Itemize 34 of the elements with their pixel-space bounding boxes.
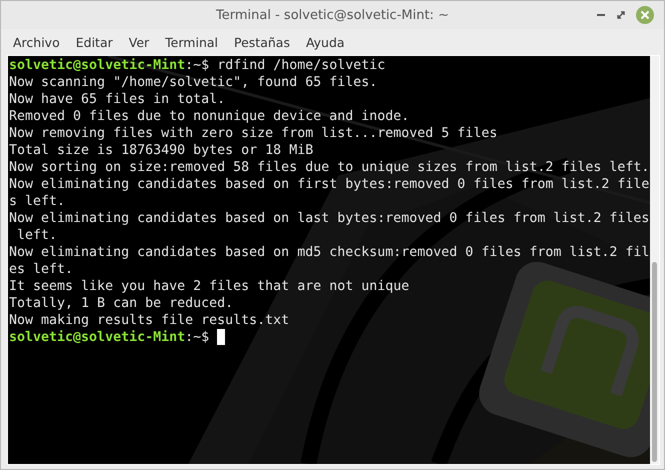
prompt-separator: :	[185, 57, 194, 74]
output-line: s left.	[9, 193, 66, 210]
menu-item[interactable]: Archivo	[7, 32, 66, 52]
prompt-path: ~	[193, 57, 202, 74]
window-title: Terminal - solvetic@solvetic-Mint: ~	[216, 8, 449, 22]
scrollbar-thumb[interactable]	[652, 262, 657, 462]
output-line: Now removing files with zero size from list...removed 5 files	[9, 125, 498, 142]
output-line: It seems like you have 2 files that are not unique	[9, 278, 410, 295]
prompt-symbol: $	[201, 57, 210, 74]
prompt-symbol: $	[201, 329, 210, 346]
prompt-user-host: solvetic@solvetic-Mint	[9, 57, 186, 74]
menu-item[interactable]: Ver	[122, 32, 156, 52]
output-line: es left.	[9, 261, 74, 278]
prompt-path: ~	[193, 329, 202, 346]
output-line: Total size is 18763490 bytes or 18 MiB	[9, 142, 314, 159]
menu-item[interactable]: Ayuda	[300, 32, 351, 52]
output-line: Now have 65 files in total.	[9, 91, 226, 108]
output-line: Now making results file results.txt	[9, 312, 290, 329]
command-text: rdfind /home/solvetic	[216, 57, 386, 74]
output-line: Totally, 1 B can be reduced.	[9, 295, 234, 312]
maximize-icon[interactable]	[616, 10, 626, 20]
output-line: Now eliminating candidates based on first bytes:removed 0 files from list.2 file	[9, 176, 650, 193]
menu-item[interactable]: Editar	[70, 32, 119, 52]
output-line: Now scanning "/home/solvetic", found 65 files.	[9, 74, 378, 91]
text-cursor	[217, 329, 226, 345]
output-line: Now eliminating candidates based on md5 checksum:removed 0 files from list.2 fil	[9, 244, 650, 261]
output-line: Now sorting on size:removed 58 files due to unique sizes from list.2 files left.	[9, 159, 650, 176]
output-line: left.	[16, 227, 58, 244]
menu-item[interactable]: Pestañas	[228, 32, 296, 52]
output-line: Now eliminating candidates based on last bytes:removed 0 files from list.2 files	[9, 210, 650, 227]
output-line: Removed 0 files due to nonunique device and inode.	[9, 108, 410, 125]
prompt-separator: :	[185, 329, 194, 346]
prompt-user-host: solvetic@solvetic-Mint	[9, 329, 186, 346]
menu-item[interactable]: Terminal	[159, 32, 224, 52]
